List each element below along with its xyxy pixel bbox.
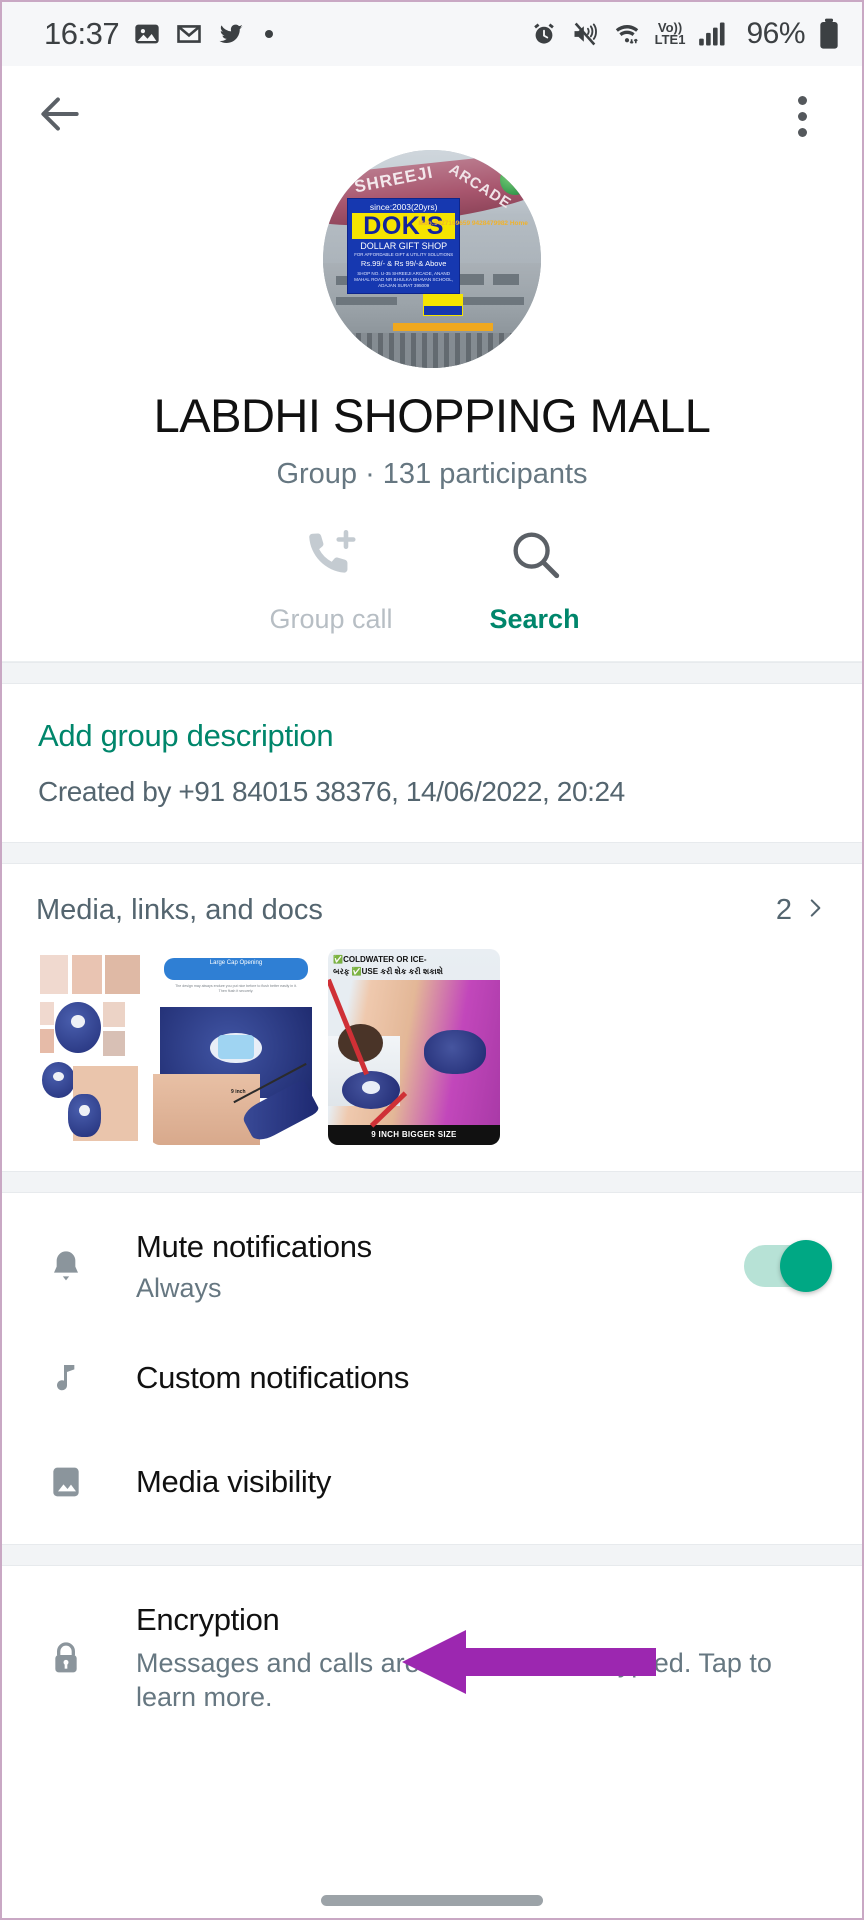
group-created-info: Created by +91 84015 38376, 14/06/2022, … [38, 775, 625, 807]
image-icon [46, 1462, 106, 1502]
shop-address: SHOP NO. U-35 SHREEJI ARCADE, ANAND MAHA… [354, 270, 454, 288]
media-thumbnail-3[interactable]: ✅COLDWATER OR ICE- બરફ ✅USE કરી શેક કરી … [328, 948, 500, 1145]
alarm-icon [530, 20, 558, 48]
overflow-menu-button[interactable] [774, 88, 830, 144]
gallery-icon [133, 20, 161, 48]
shop-since: since:2003(20yrs) [369, 201, 438, 212]
mute-notifications-toggle[interactable] [744, 1240, 832, 1293]
encryption-title: Encryption [136, 1601, 280, 1637]
encryption-row[interactable]: Encryption Messages and calls are end-to… [2, 1580, 862, 1737]
thumb2-ruler-label: 9 inch [231, 1089, 246, 1096]
media-links-docs-section[interactable]: Media, links, and docs 2 Large Cap Openi… [2, 863, 862, 1171]
section-divider [2, 1170, 862, 1193]
media-visibility-row[interactable]: Media visibility [2, 1430, 862, 1534]
avatar-container: SHREEJI ARCADE since:2003(20yrs) DOK'S D… [2, 150, 862, 368]
shop-mobile: Mob:9427169659 9428479982 Home [418, 219, 528, 227]
bell-icon [46, 1246, 106, 1286]
mute-notifications-title: Mute notifications [136, 1228, 372, 1264]
status-bar: 16:37 Vo)) LTE1 96% [2, 2, 862, 66]
chevron-right-icon [802, 895, 828, 926]
mute-notifications-subtitle: Always [136, 1272, 222, 1303]
section-divider [2, 661, 862, 684]
lock-icon [46, 1638, 106, 1678]
mute-vibrate-icon [571, 20, 599, 48]
search-label: Search [489, 603, 580, 634]
encryption-body: Encryption Messages and calls are end-to… [106, 1602, 828, 1715]
dot-indicator [265, 30, 274, 38]
avatar-shop-board: since:2003(20yrs) DOK'S DOLLAR GIFT SHOP… [346, 197, 461, 294]
search-icon [506, 525, 564, 588]
overflow-menu-icon [797, 95, 807, 105]
music-note-icon [46, 1358, 106, 1398]
profile-header: SHREEJI ARCADE since:2003(20yrs) DOK'S D… [2, 150, 862, 662]
action-buttons: Group call Search [2, 525, 862, 635]
wifi-icon [612, 20, 642, 48]
group-call-button[interactable]: Group call [269, 525, 393, 635]
custom-notifications-title: Custom notifications [136, 1359, 410, 1395]
custom-notifications-row[interactable]: Custom notifications [2, 1326, 862, 1430]
thumb2-tiny-text: The design may always endure you put nic… [175, 983, 297, 993]
group-subtitle: Group · 131 participants [276, 457, 588, 490]
battery-icon [818, 18, 840, 50]
settings-list: Mute notifications Always Custom notific… [2, 1192, 862, 1544]
media-thumbnail-strip: Large Cap Opening The design may always … [36, 948, 828, 1145]
add-group-description-link[interactable]: Add group description [38, 718, 826, 754]
media-header[interactable]: Media, links, and docs 2 [36, 894, 828, 927]
volte-icon: Vo)) LTE1 [654, 20, 686, 47]
thumb3-line1: ✅COLDWATER OR ICE- [333, 954, 427, 964]
custom-notifications-body: Custom notifications [106, 1360, 828, 1396]
status-bar-left: 16:37 [44, 16, 530, 52]
add-call-icon [302, 525, 360, 588]
thumb3-banner: 9 INCH BIGGER SIZE [328, 1125, 500, 1145]
gmail-icon [175, 20, 203, 48]
back-button[interactable] [32, 88, 88, 144]
shop-tagline: FOR AFFORDABLE GIFT & UTILITY SOLUTIONS [354, 252, 454, 258]
media-thumbnail-1[interactable] [36, 948, 144, 1145]
mute-notifications-row[interactable]: Mute notifications Always [2, 1207, 862, 1326]
mute-notifications-body: Mute notifications Always [106, 1229, 744, 1304]
volte-label-bottom: LTE1 [654, 32, 686, 47]
media-visibility-body: Media visibility [106, 1464, 828, 1500]
shop-name: DOLLAR GIFT SHOP [360, 241, 448, 252]
encryption-subtitle: Messages and calls are end-to-end encryp… [136, 1647, 772, 1713]
encryption-section[interactable]: Encryption Messages and calls are end-to… [2, 1565, 862, 1747]
media-count-container[interactable]: 2 [776, 894, 828, 927]
thumb2-caption: Large Cap Opening [163, 958, 309, 981]
shop-price: Rs.99/- & Rs 99/-& Above [360, 258, 447, 268]
battery-percentage: 96% [746, 17, 805, 50]
group-call-label: Group call [269, 603, 393, 634]
group-name: LABDHI SHOPPING MALL [153, 389, 711, 442]
status-bar-right: Vo)) LTE1 96% [530, 17, 840, 51]
group-description-section[interactable]: Add group description Created by +91 840… [2, 683, 862, 842]
back-arrow-icon [35, 89, 85, 144]
avatar-small-sign [423, 293, 464, 316]
status-time: 16:37 [44, 16, 120, 51]
search-button[interactable]: Search [475, 525, 595, 635]
media-count: 2 [775, 893, 792, 926]
media-visibility-title: Media visibility [136, 1463, 332, 1499]
phone-screen: 16:37 Vo)) LTE1 96% SHREEJI ARCADE since… [0, 0, 864, 1920]
twitter-icon [217, 20, 245, 48]
media-title: Media, links, and docs [36, 893, 323, 926]
thumb3-line2: બરફ ✅USE કરી શેક કરી શકાશે [333, 967, 443, 977]
app-bar [2, 66, 862, 162]
media-thumbnail-2[interactable]: Large Cap Opening The design may always … [150, 948, 322, 1145]
section-divider [2, 1543, 862, 1566]
section-divider [2, 841, 862, 864]
avatar[interactable]: SHREEJI ARCADE since:2003(20yrs) DOK'S D… [323, 150, 541, 368]
signal-icon [698, 21, 728, 47]
home-indicator [321, 1895, 543, 1906]
